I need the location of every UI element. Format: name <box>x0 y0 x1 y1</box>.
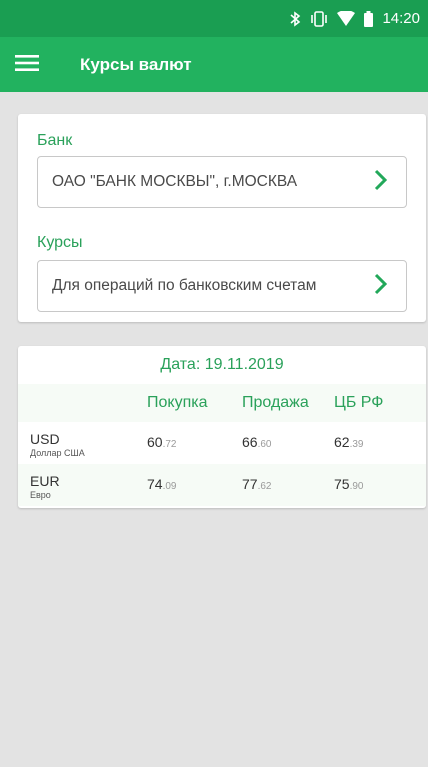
sell-rate: 77.62 <box>242 476 272 492</box>
currency-name: Доллар США <box>30 448 85 458</box>
hamburger-menu-icon <box>15 54 39 76</box>
status-time: 14:20 <box>382 10 420 27</box>
currency-name: Евро <box>30 490 51 500</box>
rates-table-header: Покупка Продажа ЦБ РФ <box>18 384 426 422</box>
currency-code: USD <box>30 431 60 447</box>
sell-rate: 66.60 <box>242 434 272 450</box>
table-row: USD Доллар США 60.72 66.60 62.39 <box>18 422 426 464</box>
status-icons: 14:20 <box>289 10 420 27</box>
rates-label: Курсы <box>37 234 83 251</box>
bank-value: ОАО "БАНК МОСКВЫ", г.МОСКВА <box>52 173 298 190</box>
buy-rate: 60.72 <box>147 434 177 450</box>
chevron-right-icon <box>374 169 388 196</box>
cb-rate: 75.90 <box>334 476 364 492</box>
app-bar: Курсы валют <box>0 37 428 92</box>
status-bar: 14:20 <box>0 0 428 37</box>
rates-card: Дата: 19.11.2019 Покупка Продажа ЦБ РФ U… <box>18 346 426 508</box>
column-header-buy: Покупка <box>147 394 208 411</box>
rates-type-selector[interactable]: Для операций по банковским счетам <box>37 260 407 312</box>
wifi-icon <box>337 11 356 26</box>
rates-type-value: Для операций по банковским счетам <box>52 277 317 294</box>
vibrate-icon <box>310 10 328 27</box>
screen: 14:20 Курсы валют Банк ОАО "БАНК МОСКВЫ"… <box>0 0 428 767</box>
table-row: EUR Евро 74.09 77.62 75.90 <box>18 464 426 506</box>
page-title: Курсы валют <box>80 54 192 74</box>
bank-selector[interactable]: ОАО "БАНК МОСКВЫ", г.МОСКВА <box>37 156 407 208</box>
rates-date: Дата: 19.11.2019 <box>160 356 284 373</box>
chevron-right-icon <box>374 273 388 300</box>
currency-code: EUR <box>30 473 60 489</box>
cb-rate: 62.39 <box>334 434 364 450</box>
menu-button[interactable] <box>0 37 62 92</box>
column-header-sell: Продажа <box>242 394 309 411</box>
bluetooth-icon <box>289 10 301 27</box>
battery-icon <box>364 10 374 27</box>
buy-rate: 74.09 <box>147 476 177 492</box>
bank-selection-card: Банк ОАО "БАНК МОСКВЫ", г.МОСКВА Курсы Д… <box>18 114 426 322</box>
bank-label: Банк <box>37 132 73 149</box>
column-header-cb: ЦБ РФ <box>334 394 384 411</box>
